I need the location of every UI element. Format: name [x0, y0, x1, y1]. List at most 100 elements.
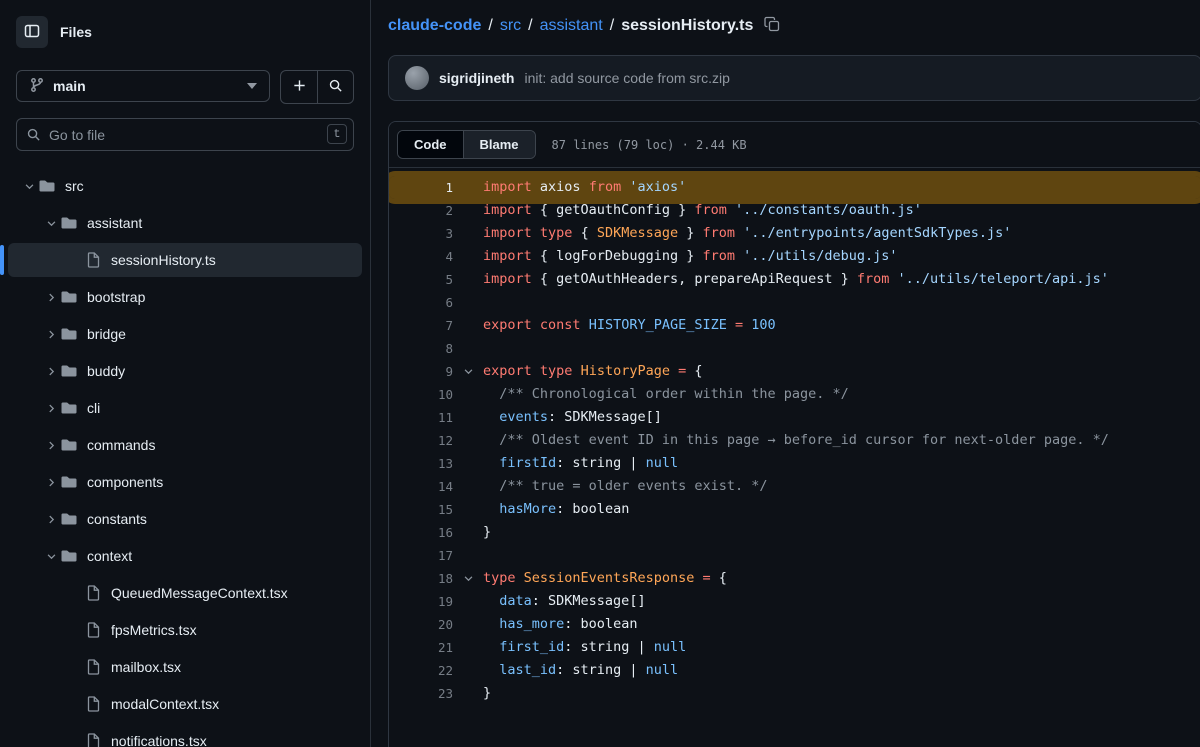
tree-item-label: bootstrap — [87, 289, 146, 305]
line-number[interactable]: 12 — [389, 429, 453, 452]
tree-folder-bootstrap[interactable]: bootstrap — [8, 280, 362, 314]
line-number[interactable]: 20 — [389, 613, 453, 636]
copy-path-button[interactable] — [764, 16, 780, 35]
code-text: /** Oldest event ID in this page → befor… — [499, 432, 1109, 448]
line-number[interactable]: 14 — [389, 475, 453, 498]
line-number[interactable]: 16 — [389, 521, 453, 544]
tree-folder-src[interactable]: src — [8, 169, 362, 203]
code-line: 4 import { logForDebugging } from '../uti… — [389, 245, 1200, 268]
latest-commit-bar[interactable]: sigridjineth init: add source code from … — [388, 55, 1200, 101]
tab-blame[interactable]: Blame — [462, 131, 535, 158]
line-number[interactable]: 23 — [389, 682, 453, 705]
line-number[interactable]: 17 — [389, 544, 453, 567]
code-text: } — [483, 524, 492, 540]
code-line: 2 import { getOauthConfig } from '../cons… — [389, 199, 1200, 222]
line-number[interactable]: 15 — [389, 498, 453, 521]
file-icon — [84, 733, 102, 747]
code-line: 23} — [389, 682, 1200, 705]
code-text: firstId: string | null — [499, 455, 679, 471]
line-number[interactable]: 11 — [389, 406, 453, 429]
tree-file-QueuedMessageContext.tsx[interactable]: QueuedMessageContext.tsx — [8, 576, 362, 610]
commit-message[interactable]: init: add source code from src.zip — [524, 70, 729, 86]
code-line: 15 hasMore: boolean — [389, 498, 1200, 521]
search-icon — [328, 78, 343, 96]
code-text: events: SDKMessage[] — [499, 409, 662, 425]
line-number[interactable]: 3 — [389, 222, 453, 245]
branch-selector[interactable]: main — [16, 70, 270, 102]
line-number[interactable]: 21 — [389, 636, 453, 659]
breadcrumb-segment-assistant[interactable]: assistant — [540, 17, 603, 35]
keyboard-shortcut-badge: t — [327, 124, 347, 144]
breadcrumb-repo[interactable]: claude-code — [388, 17, 481, 35]
code-line: 5 import { getOAuthHeaders, prepareApiReq… — [389, 268, 1200, 291]
breadcrumb-separator: / — [528, 16, 533, 34]
tree-folder-components[interactable]: components — [8, 465, 362, 499]
tree-file-fpsMetrics.tsx[interactable]: fpsMetrics.tsx — [8, 613, 362, 647]
folder-icon — [60, 289, 78, 305]
line-number[interactable]: 18 — [389, 567, 453, 590]
tree-folder-assistant[interactable]: assistant — [8, 206, 362, 240]
tree-file-modalContext.tsx[interactable]: modalContext.tsx — [8, 687, 362, 721]
line-number[interactable]: 6 — [389, 291, 453, 314]
tree-file-sessionHistory.ts[interactable]: sessionHistory.ts — [0, 243, 362, 277]
line-number[interactable]: 2 — [389, 199, 453, 222]
file-icon — [84, 252, 102, 268]
tree-folder-context[interactable]: context — [8, 539, 362, 573]
file-tree-sidebar: Files main Go to file t src assistant se… — [0, 0, 371, 747]
tree-item-label: src — [65, 178, 84, 194]
code-line: 11 events: SDKMessage[] — [389, 406, 1200, 429]
tree-item-label: context — [87, 548, 133, 564]
breadcrumb-segment-src[interactable]: src — [500, 17, 521, 35]
code-text: type SessionEventsResponse = { — [483, 570, 727, 586]
code-panel: Code Blame 87 lines (79 loc) · 2.44 KB 1… — [388, 121, 1200, 747]
tree-item-label: cli — [87, 400, 101, 416]
code-text: /** true = older events exist. */ — [499, 478, 768, 494]
tree-folder-constants[interactable]: constants — [8, 502, 362, 536]
sidebar-toggle-button[interactable] — [16, 16, 48, 48]
line-number[interactable]: 5 — [389, 268, 453, 291]
commit-author[interactable]: sigridjineth — [439, 70, 514, 86]
line-number[interactable]: 7 — [389, 314, 453, 337]
line-number[interactable]: 8 — [389, 337, 453, 360]
line-number[interactable]: 22 — [389, 659, 453, 682]
app-container: Files main Go to file t src assistant se… — [0, 0, 1200, 747]
tree-folder-commands[interactable]: commands — [8, 428, 362, 462]
tree-folder-bridge[interactable]: bridge — [8, 317, 362, 351]
code-text: hasMore: boolean — [499, 501, 630, 517]
code-line: 13 firstId: string | null — [389, 452, 1200, 475]
code-line: 10 /** Chronological order within the pa… — [389, 383, 1200, 406]
folder-icon — [60, 363, 78, 379]
tree-file-notifications.tsx[interactable]: notifications.tsx — [8, 724, 362, 747]
line-number[interactable]: 19 — [389, 590, 453, 613]
tree-item-label: modalContext.tsx — [111, 696, 220, 712]
goto-file-input[interactable] — [16, 118, 354, 151]
line-number[interactable]: 13 — [389, 452, 453, 475]
fold-chevron-icon[interactable] — [453, 567, 483, 590]
line-number[interactable]: 10 — [389, 383, 453, 406]
folder-icon — [60, 437, 78, 453]
tree-search-button[interactable] — [317, 71, 353, 103]
search-icon — [26, 127, 41, 142]
tree-folder-cli[interactable]: cli — [8, 391, 362, 425]
line-number[interactable]: 1 — [389, 176, 453, 199]
tree-folder-buddy[interactable]: buddy — [8, 354, 362, 388]
copy-icon — [764, 16, 780, 35]
chevron-right-icon — [42, 440, 60, 451]
tab-code[interactable]: Code — [398, 131, 463, 158]
avatar[interactable] — [405, 66, 429, 90]
tree-file-mailbox.tsx[interactable]: mailbox.tsx — [8, 650, 362, 684]
fold-chevron-icon[interactable] — [453, 360, 483, 383]
code-text: export type HistoryPage = { — [483, 363, 703, 379]
code-text: import axios from 'axios' — [483, 179, 687, 195]
line-number[interactable]: 9 — [389, 360, 453, 383]
line-number[interactable]: 4 — [389, 245, 453, 268]
add-file-button[interactable] — [281, 71, 317, 103]
